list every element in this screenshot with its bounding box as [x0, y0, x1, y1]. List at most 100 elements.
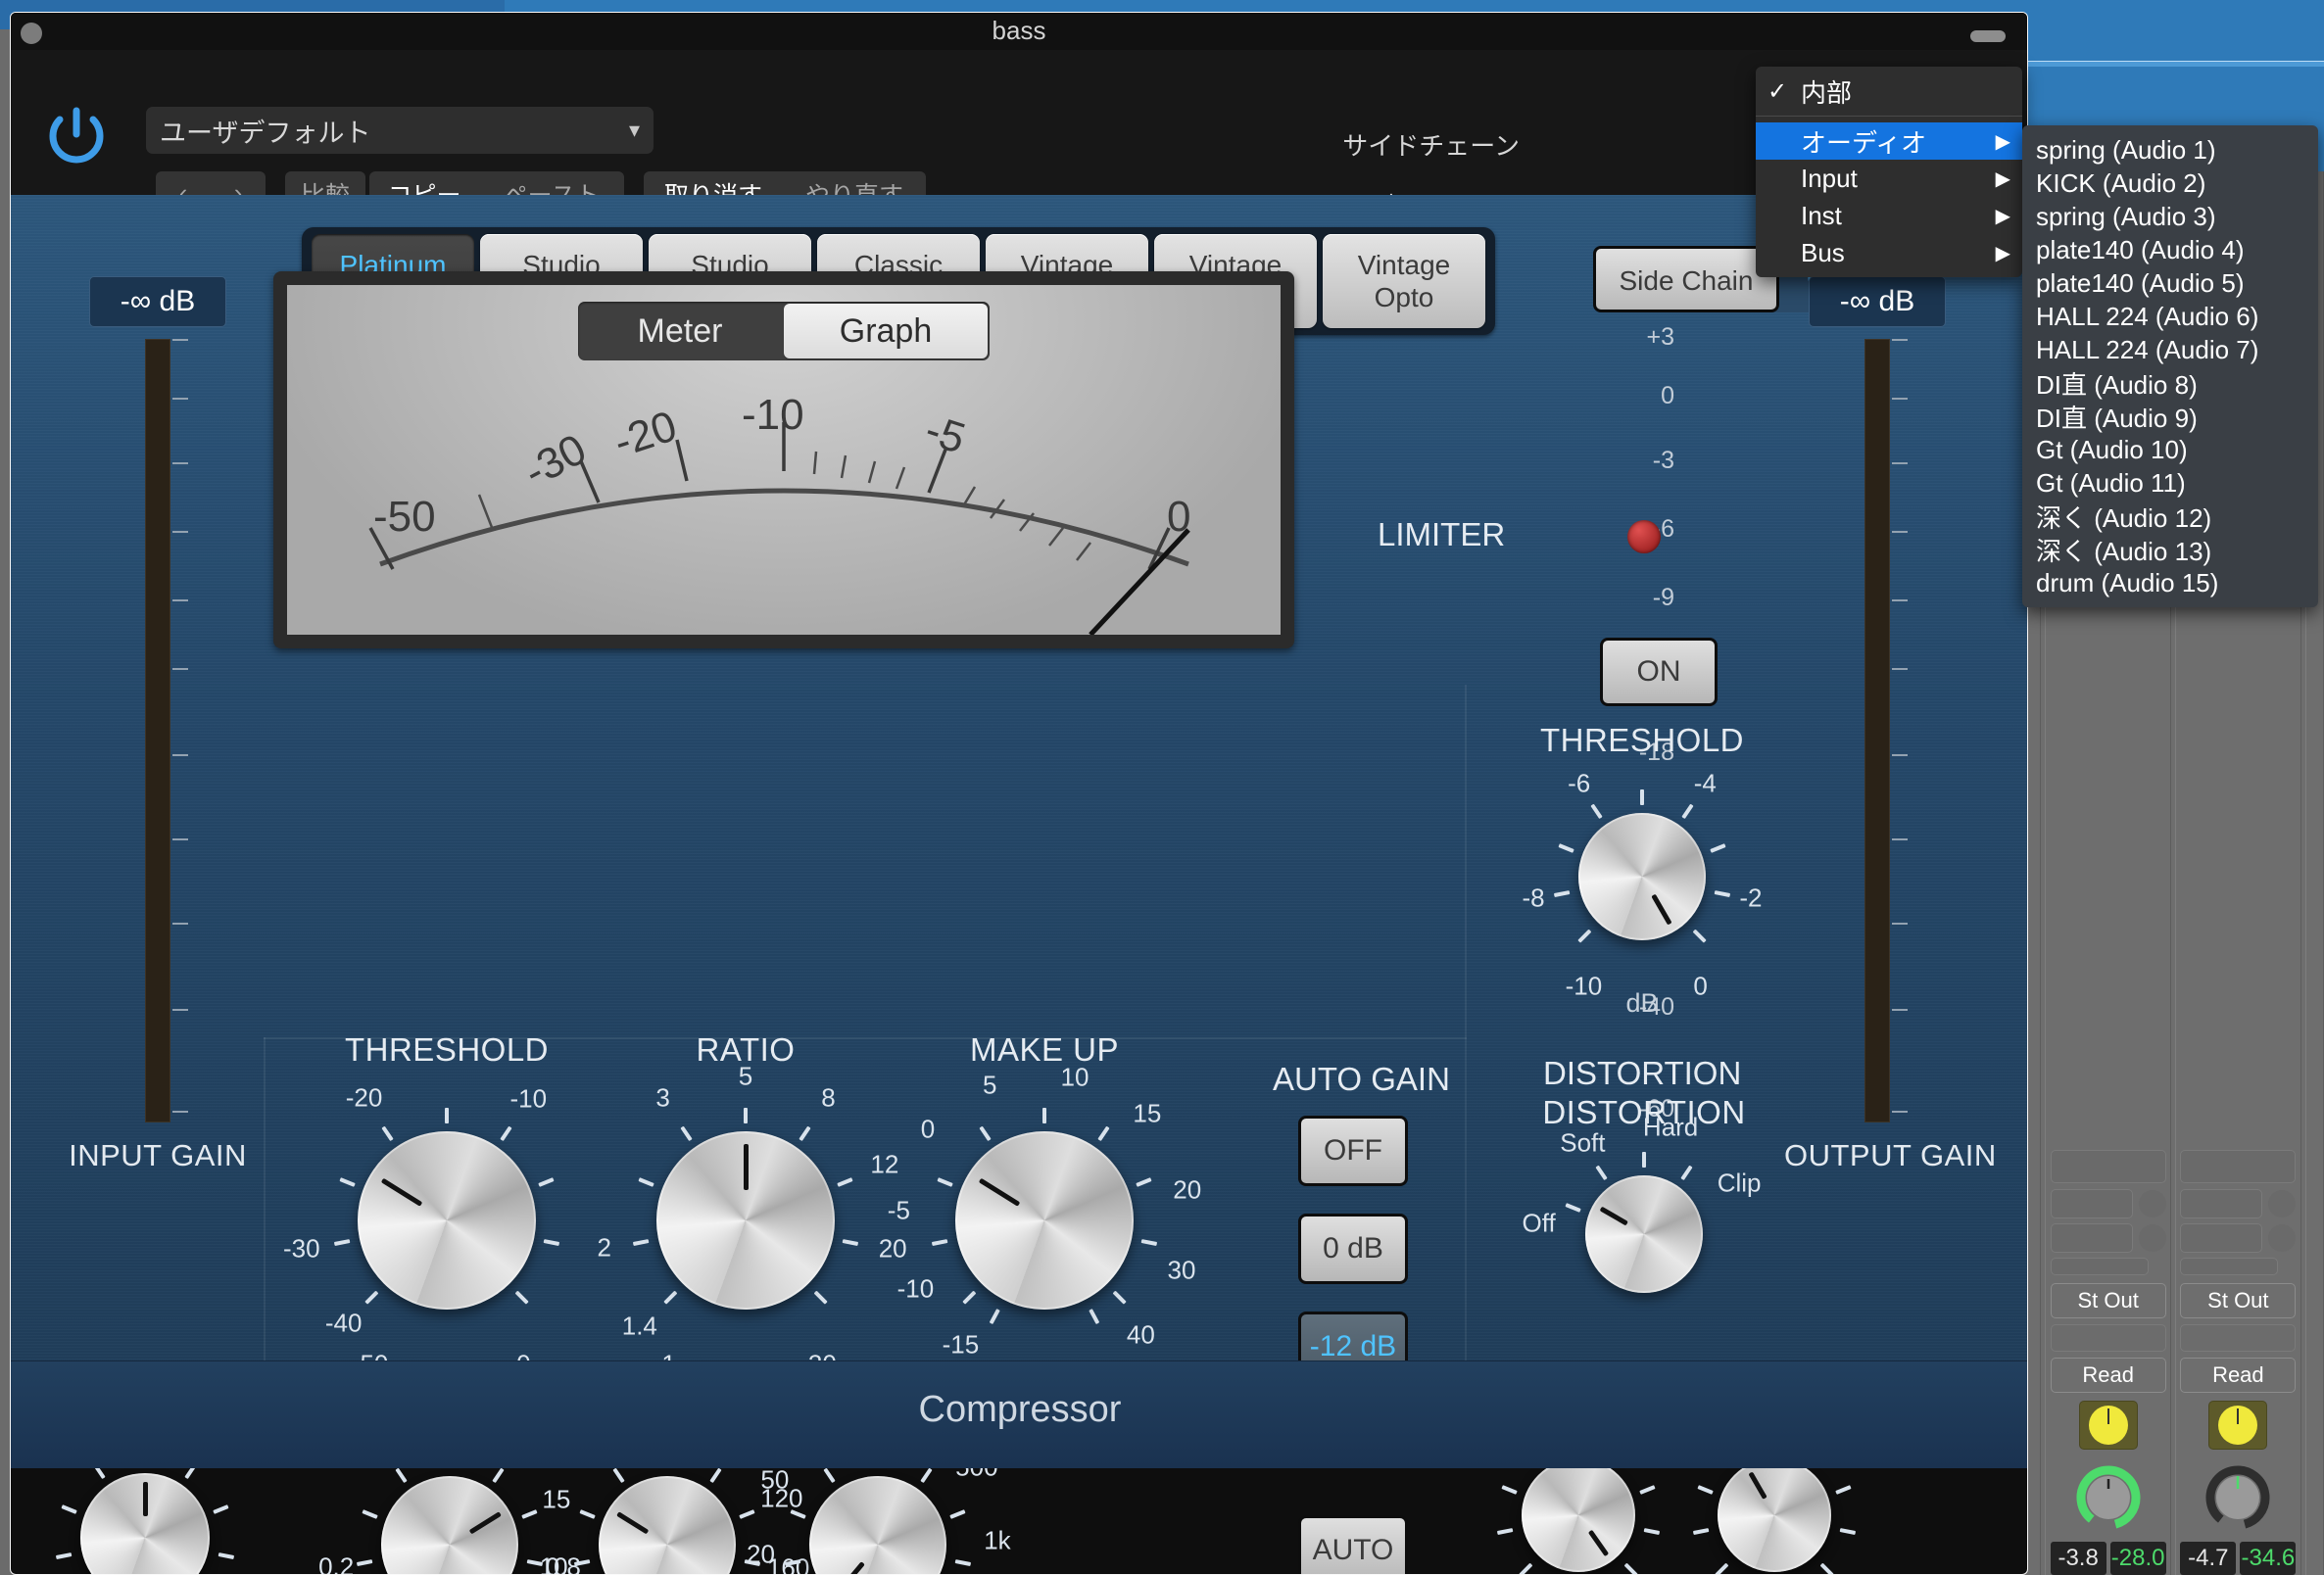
knob-value-label: -10 [896, 1273, 935, 1304]
submenu-item-10[interactable]: Gt (Audio 11) [2022, 466, 2318, 500]
knob-value-label: 10 [1060, 1062, 1089, 1092]
strip-volume-knob[interactable] [2070, 1459, 2147, 1536]
strip-send-row-1[interactable] [2050, 1189, 2166, 1218]
submenu-item-1[interactable]: KICK (Audio 2) [2022, 167, 2318, 200]
submenu-item-11[interactable]: 深く (Audio 12) [2022, 500, 2318, 533]
strip-send-knob[interactable] [2268, 1190, 2297, 1217]
submenu-item-13[interactable]: drum (Audio 15) [2022, 566, 2318, 599]
submenu-item-3[interactable]: plate140 (Audio 4) [2022, 233, 2318, 266]
submenu-item-7[interactable]: DI直 (Audio 8) [2022, 366, 2318, 400]
knob-tick [363, 1290, 378, 1306]
menu-item-0[interactable]: ✓ 内部 [1756, 72, 2022, 110]
knob-tick [380, 1125, 394, 1142]
menu-item-1[interactable]: オーディオ ▶ [1756, 122, 2022, 160]
knob-dial-attack[interactable] [599, 1476, 736, 1574]
plugin-toolbar: ユーザデフォルト ▾ ‹ › 比較 コピー ペースト 取り消す やり直す サイド… [11, 50, 2027, 221]
vu-meter-face: -50 -30 -20 -10 -5 0 Meter Graph [287, 285, 1281, 635]
tab-meter[interactable]: Meter [578, 302, 782, 360]
strip-send-box-top[interactable] [2050, 1150, 2166, 1183]
strip-send-knob[interactable] [2138, 1224, 2166, 1252]
strip-send-dest[interactable] [2050, 1223, 2133, 1253]
submenu-item-12[interactable]: 深く (Audio 13) [2022, 533, 2318, 566]
strip-send-row-1[interactable] [2180, 1189, 2297, 1218]
strip-send-row-3[interactable] [2050, 1258, 2149, 1275]
strip-output-button[interactable]: St Out [2180, 1283, 2297, 1318]
menu-item-3[interactable]: Inst ▶ [1756, 197, 2022, 234]
strip-pan-control[interactable] [2208, 1401, 2268, 1450]
submenu-item-4[interactable]: plate140 (Audio 5) [2022, 266, 2318, 300]
output-gain-label: OUTPUT GAIN [1784, 1138, 1997, 1172]
knob-dial-mix[interactable] [1522, 1458, 1635, 1572]
resize-handle-icon[interactable] [1970, 30, 2006, 42]
strip-volume-knob[interactable] [2200, 1459, 2276, 1536]
strip-group-slot[interactable] [2050, 1324, 2166, 1352]
auto-gain-auto-button[interactable]: AUTO [1298, 1515, 1408, 1574]
strip-send-row-3[interactable] [2180, 1258, 2279, 1275]
submenu-item-5[interactable]: HALL 224 (Audio 6) [2022, 300, 2318, 333]
knob-dial-makeup[interactable] [955, 1131, 1134, 1310]
menu-item-4[interactable]: Bus ▶ [1756, 234, 2022, 271]
knob-group-distortion: DISTORTION Soft Hard Off Clip [1522, 1094, 1762, 1337]
knob-tick [978, 1125, 992, 1142]
strip-output-button[interactable]: St Out [2050, 1283, 2166, 1318]
meter-tick-label: -9 [1652, 584, 1674, 612]
knob-pointer [467, 1510, 502, 1535]
knob-makeup[interactable]: 510015-520-1030-1540-2050 [888, 1063, 1201, 1396]
plugin-titlebar[interactable]: bass [11, 13, 2027, 50]
model-button-vintage-opto[interactable]: Vintage Opto [1323, 234, 1485, 328]
preset-selector[interactable]: ユーザデフォルト ▾ [146, 107, 654, 154]
knob-tick [662, 1290, 677, 1306]
menu-item-2[interactable]: Input ▶ [1756, 160, 2022, 197]
knob-threshold[interactable]: -30-20-40-10-500 [283, 1069, 599, 1379]
strip-send-dest[interactable] [2180, 1189, 2263, 1218]
meter-graph-toggle[interactable]: Meter Graph [578, 302, 990, 360]
strip-automation-mode[interactable]: Read [2180, 1358, 2297, 1393]
strip-group-slot[interactable] [2180, 1324, 2297, 1352]
input-meter-readout: -∞ dB [89, 276, 226, 327]
sidechain-audio-submenu[interactable]: spring (Audio 1) KICK (Audio 2) spring (Au… [2022, 125, 2318, 607]
submenu-item-0[interactable]: spring (Audio 1) [2022, 133, 2318, 167]
limiter-on-button[interactable]: ON [1600, 638, 1718, 706]
knob-value-label: -10 [1565, 971, 1603, 1001]
gain-reduction-display[interactable]: -50 -30 -20 -10 -5 0 Meter Graph [273, 271, 1294, 648]
strip-value-readouts: -3.8 -28.0 [2050, 1542, 2166, 1575]
knob-distortion[interactable]: Soft Hard Off Clip [1522, 1113, 1762, 1337]
submenu-item-2[interactable]: spring (Audio 3) [2022, 200, 2318, 233]
knob-value-label: -10 [509, 1083, 548, 1114]
submenu-item-6[interactable]: HALL 224 (Audio 7) [2022, 333, 2318, 366]
strip-send-knob[interactable] [2138, 1190, 2166, 1217]
strip-send-dest[interactable] [2050, 1189, 2133, 1218]
knob-dial-limiter_threshold[interactable] [1578, 813, 1706, 940]
auto-gain-0db-button[interactable]: 0 dB [1298, 1214, 1408, 1284]
knob-tick [1089, 1309, 1100, 1325]
knob-tick [521, 1509, 538, 1519]
plugin-name-label: Compressor [918, 1389, 1122, 1430]
strip-send-knob[interactable] [2268, 1224, 2297, 1252]
knob-limiter_threshold[interactable]: -6 -4 -8 -2 -10 0 [1523, 759, 1763, 1000]
knob-dial-release[interactable] [809, 1476, 946, 1574]
side-chain-button[interactable]: Side Chain [1593, 246, 1779, 312]
knob-dial-ratio[interactable] [656, 1131, 835, 1310]
knob-value-label: -15 [942, 1329, 980, 1360]
knob-dial-distortion[interactable] [1585, 1175, 1703, 1293]
sidechain-source-menu[interactable]: ✓ 内部オーディオ ▶ Input ▶ Inst ▶ Bus ▶ [1756, 67, 2022, 277]
submenu-item-8[interactable]: DI直 (Audio 9) [2022, 400, 2318, 433]
strip-send-row-2[interactable] [2050, 1223, 2166, 1253]
strip-send-row-2[interactable] [2180, 1223, 2297, 1253]
meter-tick-dash [172, 461, 188, 464]
auto-gain-off-button[interactable]: OFF [1298, 1116, 1408, 1186]
power-button[interactable] [40, 101, 113, 173]
knob-dial-knee[interactable] [381, 1476, 518, 1574]
knob-dial-output_gain[interactable] [1718, 1458, 1831, 1572]
strip-pan-control[interactable] [2078, 1401, 2138, 1450]
strip-automation-mode[interactable]: Read [2050, 1358, 2166, 1393]
meter-tick-dash [1892, 923, 1908, 925]
submenu-item-9[interactable]: Gt (Audio 10) [2022, 433, 2318, 466]
strip-send-dest[interactable] [2180, 1223, 2263, 1253]
strip-send-box-top[interactable] [2180, 1150, 2297, 1183]
knob-dial-threshold[interactable] [358, 1131, 536, 1310]
tab-graph[interactable]: Graph [784, 304, 988, 358]
knob-ratio[interactable]: 5831221.420130 [594, 1062, 906, 1379]
output-meter-scale: +30-3-6-9-12-18-24-30-40-60 [1639, 323, 1970, 1122]
knob-dial-input_gain[interactable] [80, 1473, 210, 1574]
